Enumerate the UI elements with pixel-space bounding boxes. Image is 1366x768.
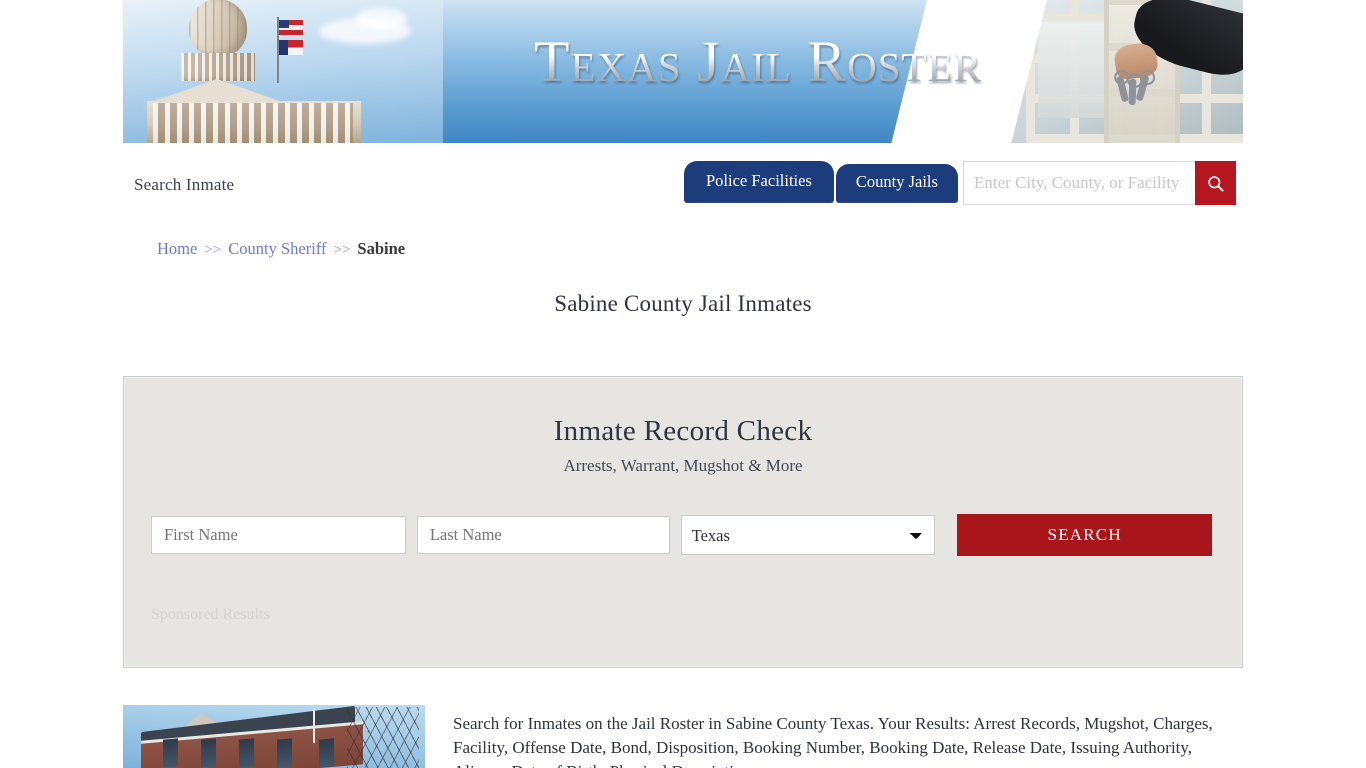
courthouse-thumbnail[interactable] bbox=[123, 705, 425, 768]
first-name-input[interactable] bbox=[151, 516, 406, 554]
tab-county-jails[interactable]: County Jails bbox=[835, 164, 958, 203]
tab-police-facilities[interactable]: Police Facilities bbox=[684, 161, 834, 203]
panel-subtitle: Arrests, Warrant, Mugshot & More bbox=[563, 456, 803, 475]
thumbnail-window bbox=[201, 738, 216, 768]
breadcrumb-separator: >> bbox=[204, 242, 222, 258]
content-section: Search for Inmates on the Jail Roster in… bbox=[123, 705, 1243, 768]
site-nav: Search Inmate Police Facilities County J… bbox=[123, 143, 1243, 220]
page-title: Sabine County Jail Inmates bbox=[554, 291, 812, 316]
thumbnail-window bbox=[319, 738, 334, 768]
thumbnail-window bbox=[163, 738, 178, 768]
page-root: Texas Jail Roster Search Inmate Police F… bbox=[0, 0, 1366, 768]
facility-search-input[interactable] bbox=[963, 161, 1195, 205]
building-columns bbox=[153, 103, 353, 143]
site-banner: Texas Jail Roster bbox=[123, 0, 1243, 143]
breadcrumb-separator: >> bbox=[333, 242, 351, 258]
sponsored-results-label: Sponsored Results bbox=[151, 606, 270, 623]
banner-title: Texas Jail Roster bbox=[123, 28, 1243, 95]
thumbnail-tree bbox=[347, 707, 419, 768]
inmate-search-button[interactable]: SEARCH bbox=[957, 514, 1212, 556]
thumbnail-window bbox=[277, 738, 292, 768]
inmate-search-form: Texas SEARCH bbox=[151, 514, 1212, 556]
inmate-record-check-panel: Inmate Record Check Arrests, Warrant, Mu… bbox=[123, 376, 1243, 668]
thumbnail-flagpole bbox=[313, 709, 315, 743]
facility-search-button[interactable] bbox=[1195, 161, 1236, 205]
search-icon bbox=[1208, 175, 1224, 192]
panel-title: Inmate Record Check bbox=[553, 415, 813, 447]
page-description: Search for Inmates on the Jail Roster in… bbox=[453, 714, 1213, 768]
nav-tabs: Police Facilities County Jails bbox=[684, 161, 958, 203]
nav-searchbar bbox=[963, 161, 1236, 205]
breadcrumb: Home >> County Sheriff >> Sabine bbox=[157, 239, 405, 259]
last-name-input[interactable] bbox=[416, 516, 670, 554]
thumbnail-window bbox=[239, 738, 254, 768]
site-container: Texas Jail Roster Search Inmate Police F… bbox=[123, 0, 1243, 220]
brand-logo-text[interactable]: Search Inmate bbox=[134, 175, 234, 195]
breadcrumb-link-county-sheriff[interactable]: County Sheriff bbox=[228, 239, 326, 258]
state-select[interactable]: Texas bbox=[680, 515, 936, 555]
breadcrumb-link-home[interactable]: Home bbox=[157, 239, 197, 258]
breadcrumb-current: Sabine bbox=[357, 239, 406, 258]
